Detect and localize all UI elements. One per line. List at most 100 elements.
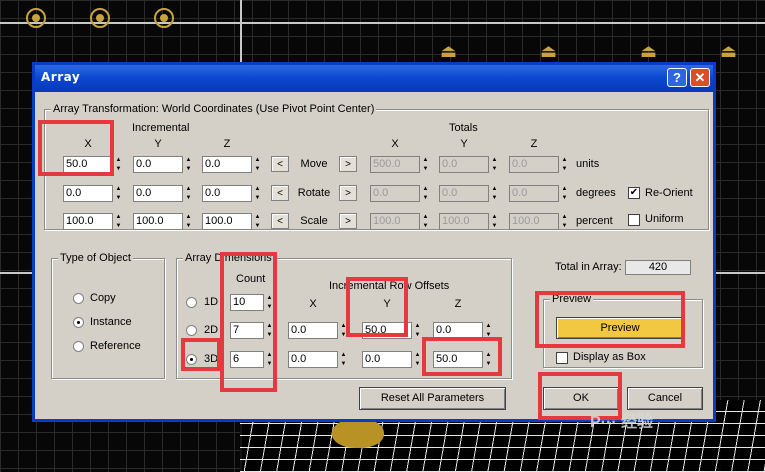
radio-3d[interactable]: [186, 354, 197, 365]
rotate-incremental-spinner-field[interactable]: 0.0: [63, 185, 113, 202]
scale-incremental-spinner[interactable]: 100.0 ▲ ▼: [202, 213, 262, 230]
spinner-arrows-icon[interactable]: ▲ ▼: [253, 185, 262, 202]
display-as-box-checkbox[interactable]: [556, 352, 568, 364]
scale-left-arrow-button[interactable]: <: [271, 213, 289, 229]
spinner-down-icon[interactable]: ▼: [184, 165, 193, 174]
offset-3d-spinner-field[interactable]: 0.0: [362, 351, 412, 368]
spinner-arrows-icon[interactable]: ▲ ▼: [421, 213, 430, 230]
spinner-up-icon[interactable]: ▲: [265, 322, 274, 331]
spinner-arrows-icon[interactable]: ▲ ▼: [265, 322, 274, 339]
uniform-checkbox[interactable]: [628, 214, 640, 226]
radio-copy[interactable]: [73, 293, 84, 304]
spinner-arrows-icon[interactable]: ▲ ▼: [490, 185, 499, 202]
preview-button[interactable]: Preview: [556, 317, 684, 339]
spinner-up-icon[interactable]: ▲: [114, 185, 123, 194]
re-orient-checkbox[interactable]: ✔: [628, 187, 640, 199]
spinner-up-icon[interactable]: ▲: [265, 294, 274, 303]
spinner-arrows-icon[interactable]: ▲ ▼: [339, 351, 348, 368]
spinner-arrows-icon[interactable]: ▲ ▼: [413, 351, 422, 368]
spinner-down-icon[interactable]: ▼: [421, 165, 430, 174]
offset-3d-spinner[interactable]: 0.0 ▲ ▼: [288, 351, 348, 368]
count-1d-spinner-field[interactable]: 10: [230, 294, 264, 311]
spinner-arrows-icon[interactable]: ▲ ▼: [413, 322, 422, 339]
move-incremental-spinner[interactable]: 0.0 ▲ ▼: [133, 156, 193, 173]
count-2d-spinner-field[interactable]: 7: [230, 322, 264, 339]
scale-incremental-spinner-field[interactable]: 100.0: [63, 213, 113, 230]
count-3d-spinner[interactable]: 6 ▲ ▼: [230, 351, 274, 368]
move-incremental-spinner-field[interactable]: 0.0: [133, 156, 183, 173]
scale-right-arrow-button[interactable]: >: [339, 213, 357, 229]
spinner-arrows-icon[interactable]: ▲ ▼: [421, 156, 430, 173]
rotate-right-arrow-button[interactable]: >: [339, 185, 357, 201]
radio-1d[interactable]: [186, 297, 197, 308]
rotate-incremental-spinner-field[interactable]: 0.0: [133, 185, 183, 202]
spinner-up-icon[interactable]: ▲: [253, 156, 262, 165]
count-1d-spinner[interactable]: 10 ▲ ▼: [230, 294, 274, 311]
spinner-down-icon[interactable]: ▼: [253, 222, 262, 231]
rotate-totals-spinner[interactable]: 0.0 ▲ ▼: [439, 185, 499, 202]
scale-totals-spinner[interactable]: 100.0 ▲ ▼: [439, 213, 499, 230]
spinner-down-icon[interactable]: ▼: [490, 194, 499, 203]
cancel-button[interactable]: Cancel: [627, 387, 703, 410]
rotate-incremental-spinner[interactable]: 0.0 ▲ ▼: [63, 185, 123, 202]
spinner-down-icon[interactable]: ▼: [114, 222, 123, 231]
spinner-arrows-icon[interactable]: ▲ ▼: [490, 156, 499, 173]
rotate-incremental-spinner[interactable]: 0.0 ▲ ▼: [202, 185, 262, 202]
spinner-arrows-icon[interactable]: ▲ ▼: [184, 213, 193, 230]
spinner-down-icon[interactable]: ▼: [421, 222, 430, 231]
spinner-up-icon[interactable]: ▲: [421, 156, 430, 165]
count-2d-spinner[interactable]: 7 ▲ ▼: [230, 322, 274, 339]
offset-3d-spinner-field[interactable]: 50.0: [433, 351, 483, 368]
spinner-down-icon[interactable]: ▼: [421, 194, 430, 203]
count-3d-spinner-field[interactable]: 6: [230, 351, 264, 368]
move-left-arrow-button[interactable]: <: [271, 156, 289, 172]
spinner-down-icon[interactable]: ▼: [265, 360, 274, 369]
offset-2d-spinner[interactable]: 0.0 ▲ ▼: [288, 322, 348, 339]
offset-3d-spinner[interactable]: 50.0 ▲ ▼: [433, 351, 493, 368]
spinner-down-icon[interactable]: ▼: [560, 165, 569, 174]
spinner-up-icon[interactable]: ▲: [484, 322, 493, 331]
radio-2d[interactable]: [186, 325, 197, 336]
spinner-arrows-icon[interactable]: ▲ ▼: [339, 322, 348, 339]
spinner-up-icon[interactable]: ▲: [560, 213, 569, 222]
spinner-arrows-icon[interactable]: ▲ ▼: [490, 213, 499, 230]
spinner-up-icon[interactable]: ▲: [253, 185, 262, 194]
help-button[interactable]: ?: [667, 68, 687, 87]
spinner-up-icon[interactable]: ▲: [413, 322, 422, 331]
move-incremental-spinner-field[interactable]: 0.0: [202, 156, 252, 173]
spinner-up-icon[interactable]: ▲: [421, 213, 430, 222]
spinner-down-icon[interactable]: ▼: [184, 194, 193, 203]
move-right-arrow-button[interactable]: >: [339, 156, 357, 172]
rotate-incremental-spinner[interactable]: 0.0 ▲ ▼: [133, 185, 193, 202]
spinner-down-icon[interactable]: ▼: [114, 165, 123, 174]
rotate-incremental-spinner-field[interactable]: 0.0: [202, 185, 252, 202]
offset-2d-spinner[interactable]: 50.0 ▲ ▼: [362, 322, 422, 339]
spinner-arrows-icon[interactable]: ▲ ▼: [484, 322, 493, 339]
offset-2d-spinner-field[interactable]: 0.0: [288, 322, 338, 339]
spinner-arrows-icon[interactable]: ▲ ▼: [184, 185, 193, 202]
spinner-up-icon[interactable]: ▲: [490, 156, 499, 165]
spinner-arrows-icon[interactable]: ▲ ▼: [253, 213, 262, 230]
scale-totals-spinner[interactable]: 100.0 ▲ ▼: [370, 213, 430, 230]
spinner-down-icon[interactable]: ▼: [114, 194, 123, 203]
move-incremental-spinner[interactable]: 0.0 ▲ ▼: [202, 156, 262, 173]
spinner-arrows-icon[interactable]: ▲ ▼: [114, 185, 123, 202]
spinner-arrows-icon[interactable]: ▲ ▼: [114, 213, 123, 230]
rotate-totals-spinner[interactable]: 0.0 ▲ ▼: [370, 185, 430, 202]
spinner-up-icon[interactable]: ▲: [114, 213, 123, 222]
rotate-left-arrow-button[interactable]: <: [271, 185, 289, 201]
close-button[interactable]: ✕: [690, 68, 710, 87]
spinner-arrows-icon[interactable]: ▲ ▼: [114, 156, 123, 173]
move-totals-spinner[interactable]: 0.0 ▲ ▼: [439, 156, 499, 173]
spinner-arrows-icon[interactable]: ▲ ▼: [484, 351, 493, 368]
spinner-down-icon[interactable]: ▼: [413, 331, 422, 340]
spinner-up-icon[interactable]: ▲: [253, 213, 262, 222]
offset-3d-spinner[interactable]: 0.0 ▲ ▼: [362, 351, 422, 368]
move-incremental-spinner[interactable]: 50.0 ▲ ▼: [63, 156, 123, 173]
spinner-up-icon[interactable]: ▲: [184, 213, 193, 222]
spinner-down-icon[interactable]: ▼: [253, 165, 262, 174]
scale-incremental-spinner-field[interactable]: 100.0: [202, 213, 252, 230]
spinner-down-icon[interactable]: ▼: [184, 222, 193, 231]
spinner-up-icon[interactable]: ▲: [114, 156, 123, 165]
move-totals-spinner[interactable]: 500.0 ▲ ▼: [370, 156, 430, 173]
